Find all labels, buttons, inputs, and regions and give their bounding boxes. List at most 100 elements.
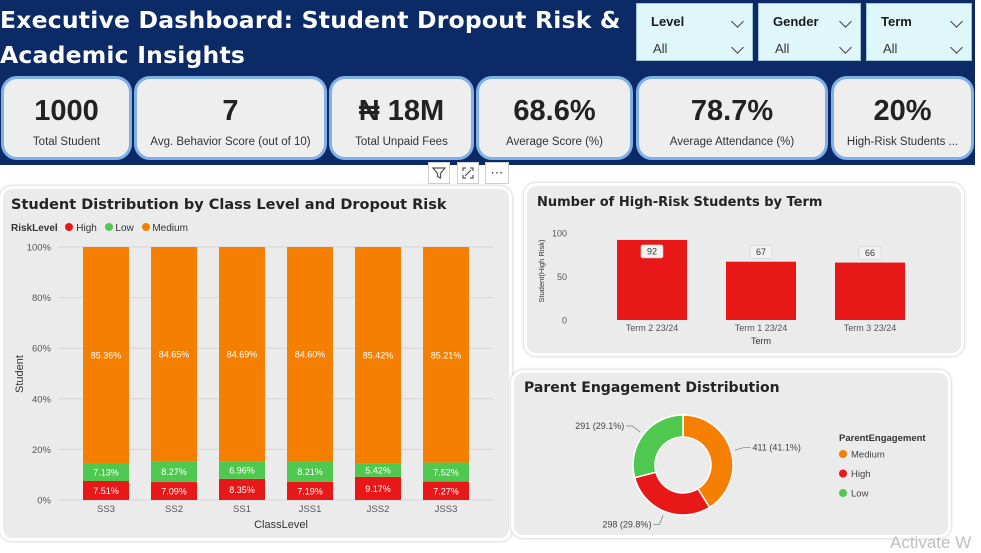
kpi-label: Avg. Behavior Score (out of 10) [150, 136, 311, 148]
term-slicer[interactable]: Term All [866, 3, 972, 61]
y-tick-label: 60% [32, 344, 52, 355]
kpi-value: 68.6% [513, 95, 596, 127]
term-slicer-value: All [883, 41, 898, 56]
title-line-2: Academic Insights [0, 41, 246, 69]
data-label: 8.35% [229, 485, 255, 495]
legend-label: Low [851, 489, 869, 500]
x-tick-label: Term 1 23/24 [735, 323, 788, 333]
donut-slice-high[interactable] [633, 471, 711, 516]
term-risk-chart-panel: Number of High-Risk Students by Term 100… [524, 183, 964, 356]
kpi-label: Average Score (%) [506, 136, 603, 148]
x-axis-title: Term [751, 336, 771, 346]
data-label: 67 [756, 247, 766, 257]
chevron-down-icon [839, 15, 852, 28]
level-slicer-value: All [653, 41, 668, 56]
legend-label: Medium [851, 450, 885, 461]
legend-label: High [851, 469, 871, 480]
y-axis-title: Student(High Risk) [537, 239, 546, 302]
slice-label: 291 (29.1%) [575, 421, 624, 431]
y-tick-label: 20% [32, 445, 52, 456]
level-slicer-label: Level [651, 14, 685, 29]
data-label: 92 [647, 246, 657, 256]
activation-watermark: Activate W [890, 533, 972, 552]
kpi-value: 78.7% [690, 95, 774, 127]
y-tick-label: 50 [557, 272, 567, 282]
gender-slicer-value: All [775, 41, 790, 56]
data-label: 84.69% [227, 350, 258, 360]
kpi-value: 1000 [34, 95, 99, 127]
data-label: 85.21% [431, 350, 462, 360]
leader-line [734, 446, 751, 451]
data-label: 7.19% [297, 486, 323, 496]
data-label: 7.09% [161, 487, 187, 497]
donut-chart: 411 (41.1%) 298 (29.8%) 291 (29.1%) ParentE… [575, 414, 926, 530]
chevron-down-icon[interactable] [950, 41, 963, 54]
data-label: 84.65% [159, 350, 190, 360]
x-tick-label: SS1 [233, 504, 251, 515]
data-label: 7.13% [93, 467, 119, 477]
kpi-label: Total Unpaid Fees [355, 136, 448, 148]
data-label: 8.21% [297, 467, 323, 477]
parent-engagement-panel: Parent Engagement Distribution 411 (41.1… [511, 370, 951, 538]
kpi-average-score: 68.6% Average Score (%) [476, 76, 633, 160]
x-tick-label: JSS2 [367, 504, 390, 515]
y-tick-label: 0% [37, 496, 51, 507]
x-tick-label: SS3 [97, 504, 115, 515]
data-label: 85.36% [91, 350, 122, 360]
y-tick-label: 0 [562, 316, 567, 326]
data-label: 5.42% [365, 465, 391, 475]
stacked-bar-chart: 100% 80% 60% 40% 20% 0% 7.51% 7.13% 85.36% SS3 7.0… [14, 243, 493, 531]
y-tick-label: 80% [32, 293, 52, 304]
legend-title: ParentEngagement [839, 433, 926, 444]
class-risk-chart-panel: Student Distribution by Class Level and … [0, 186, 512, 541]
kpi-label: Total Student [32, 136, 101, 148]
title-line-1: Executive Dashboard: Student Dropout Ris… [0, 6, 621, 34]
kpi-total-student: 1000 Total Student [1, 76, 132, 160]
chevron-down-icon[interactable] [731, 41, 744, 54]
level-slicer[interactable]: Level All [636, 3, 753, 61]
gender-slicer-label: Gender [773, 14, 819, 29]
data-label: 9.17% [365, 484, 391, 494]
data-label: 7.27% [433, 486, 459, 496]
donut-slice-low[interactable] [632, 414, 684, 479]
leader-line [626, 425, 641, 433]
kpi-value: 20% [873, 95, 932, 127]
kpi-label: High-Risk Students ... [846, 136, 959, 148]
term-bar[interactable] [835, 262, 905, 320]
x-tick-label: JSS3 [435, 504, 458, 515]
data-label: 8.27% [161, 467, 187, 477]
kpi-value: 7 [222, 95, 239, 127]
kpi-label: Average Attendance (%) [669, 136, 795, 148]
chevron-down-icon[interactable] [839, 41, 852, 54]
focus-mode-icon[interactable] [457, 162, 479, 184]
slice-label: 411 (41.1%) [753, 442, 801, 452]
legend-dot [839, 469, 847, 478]
kpi-avg-behavior: 7 Avg. Behavior Score (out of 10) [134, 76, 327, 160]
data-label: 7.52% [433, 468, 459, 478]
y-axis-title: Student [14, 355, 26, 393]
x-tick-label: Term 2 23/24 [626, 323, 679, 333]
data-label: 7.51% [93, 486, 119, 496]
leader-line [653, 515, 664, 525]
x-tick-label: SS2 [165, 504, 183, 515]
chevron-down-icon [950, 15, 963, 28]
data-label: 84.60% [295, 350, 326, 360]
kpi-unpaid-fees: ₦ 18M Total Unpaid Fees [329, 76, 474, 160]
term-bar-chart: 100 50 0 92 Term 2 23/24 67 Term 1 23/24 66 Term… [537, 229, 905, 346]
x-tick-label: JSS1 [299, 504, 322, 515]
data-label: 6.96% [229, 466, 255, 476]
more-options-icon[interactable]: ⋯ [485, 162, 509, 184]
kpi-value: ₦ 18M [358, 95, 445, 127]
y-tick-label: 100 [552, 229, 567, 239]
slice-label: 298 (29.8%) [602, 520, 651, 530]
page-title: Executive Dashboard: Student Dropout Ris… [0, 3, 630, 73]
term-bar[interactable] [726, 261, 796, 320]
legend-dot [839, 489, 847, 497]
kpi-average-attendance: 78.7% Average Attendance (%) [636, 76, 828, 160]
y-tick-label: 40% [32, 394, 52, 405]
gender-slicer[interactable]: Gender All [758, 3, 861, 61]
x-axis-title: ClassLevel [254, 519, 308, 531]
x-tick-label: Term 3 23/24 [844, 323, 897, 333]
data-label: 85.42% [363, 351, 394, 361]
filter-icon[interactable] [428, 162, 450, 184]
